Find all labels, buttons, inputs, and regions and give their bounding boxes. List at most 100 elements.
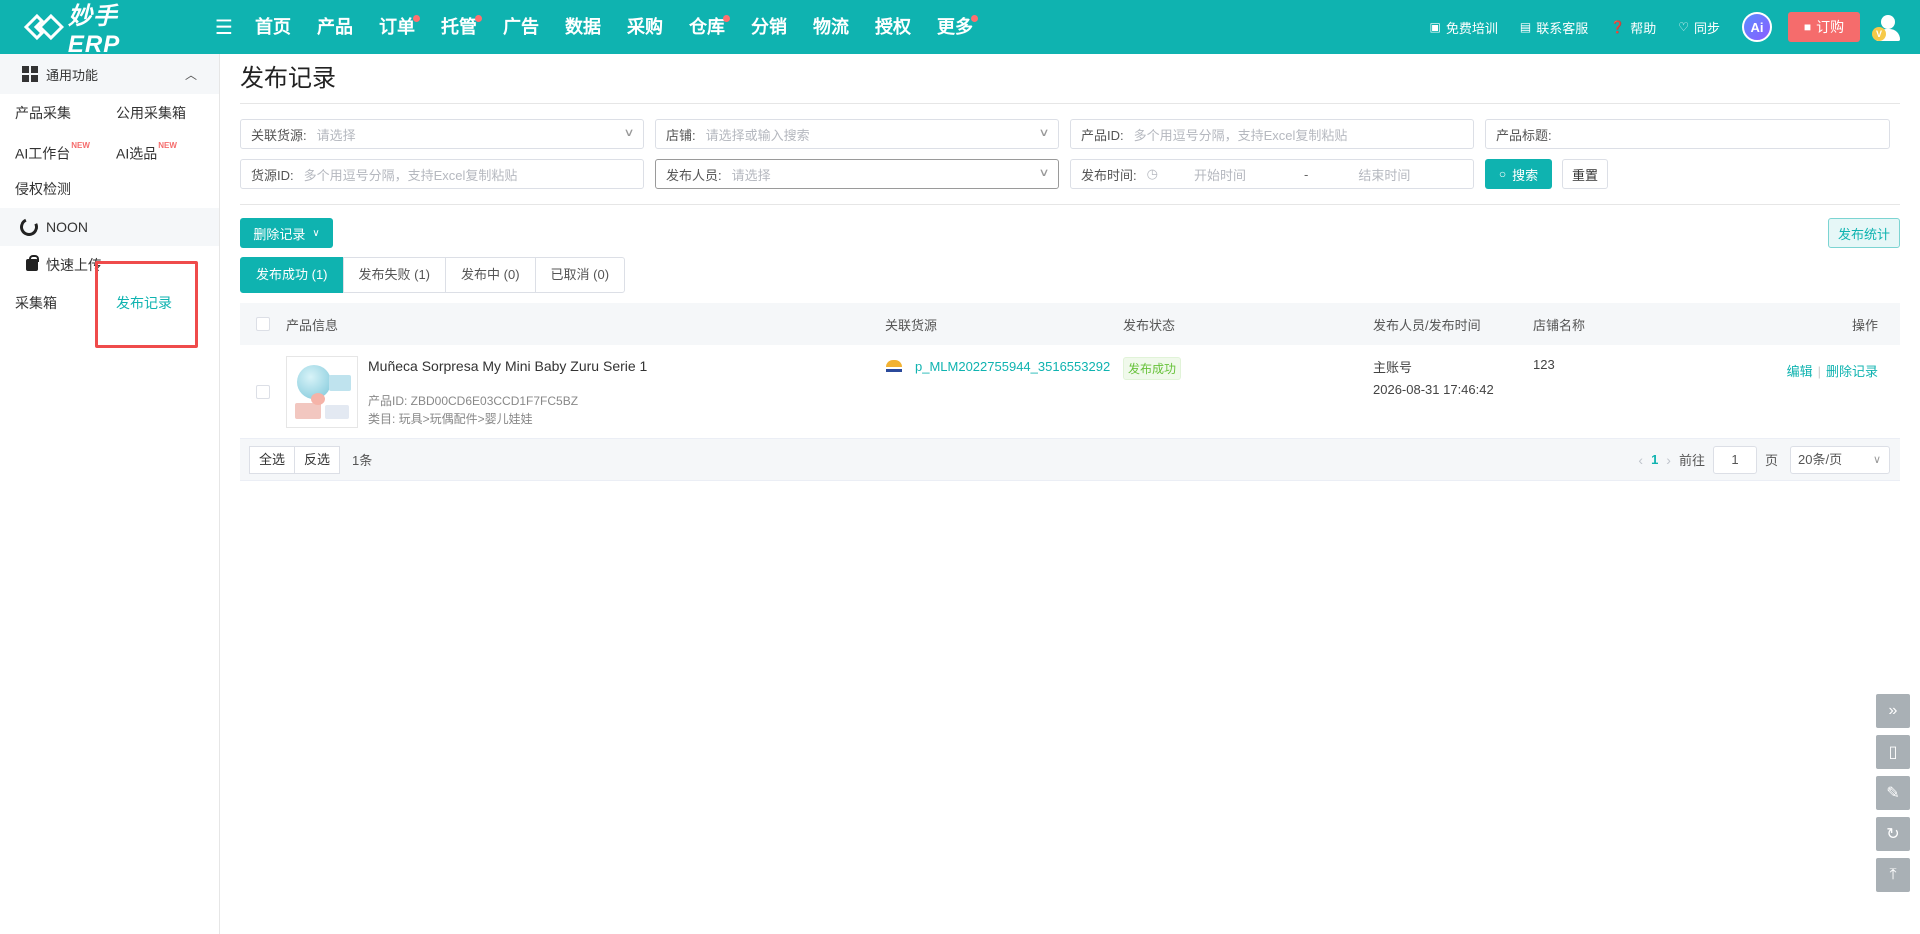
sidebar-item-publish-records[interactable]: 发布记录 [116, 284, 217, 322]
notification-dot [413, 15, 420, 22]
nav-item-orders[interactable]: 订单 [366, 0, 428, 54]
sidebar-item-ai-selection[interactable]: AI选品NEW [116, 132, 217, 170]
publish-stats-button[interactable]: 发布统计 [1827, 218, 1900, 248]
sidebar-item-collect-box[interactable]: 采集箱 [15, 284, 116, 322]
sidebar-item-infringement[interactable]: 侵权检测 [15, 170, 116, 208]
sidebar-group-general[interactable]: 通用功能 ︿ [0, 54, 219, 94]
notification-dot [475, 15, 482, 22]
product-name[interactable]: Muñeca Sorpresa My Mini Baby Zuru Serie … [368, 358, 647, 374]
sidebar-group-title: 通用功能 [46, 67, 99, 83]
brand-name: 妙手ERP [67, 2, 121, 58]
delete-records-dropdown[interactable]: 删除记录 ∨ [240, 218, 333, 248]
user-avatar[interactable]: V [1872, 13, 1902, 41]
status-badge: 发布成功 [1123, 357, 1182, 380]
prev-page-icon[interactable]: ‹ [1638, 452, 1643, 468]
sidebar-item-product-collect[interactable]: 产品采集 [15, 94, 116, 132]
bag-icon: ■ [1803, 20, 1812, 34]
sidebar-item-quick-upload[interactable]: 快速上传 [0, 246, 219, 284]
chevron-up-icon[interactable]: ︿ [185, 66, 197, 83]
ai-assistant-button[interactable]: Ai [1742, 12, 1772, 42]
column-header: 发布人员/发布时间 [1373, 317, 1481, 333]
page-title: 发布记录 [240, 54, 1900, 104]
notification-dot [723, 15, 730, 22]
sidebar-section-noon[interactable]: NOON [0, 208, 219, 246]
search-button[interactable]: ○ 搜索 [1485, 159, 1552, 189]
tab-success[interactable]: 发布成功 (1) [240, 257, 344, 293]
notification-dot [971, 15, 978, 22]
column-header: 操作 [1851, 317, 1878, 333]
nav-item-products[interactable]: 产品 [304, 0, 366, 54]
collapse-icon[interactable]: » [1876, 694, 1910, 728]
reset-button[interactable]: 重置 [1562, 159, 1608, 189]
nav-item-home[interactable]: 首页 [242, 0, 304, 54]
shop-select[interactable]: 店铺: 请选择或输入搜索 ∨ [655, 119, 1059, 149]
source-link[interactable]: p_MLM2022755944_3516553292 [915, 359, 1110, 374]
tab-cancelled[interactable]: 已取消 (0) [534, 257, 626, 293]
sidebar-item-public-box[interactable]: 公用采集箱 [116, 94, 217, 132]
clock-icon: ◷ [1146, 166, 1158, 181]
page-number[interactable]: 1 [1651, 452, 1658, 467]
chevron-down-icon: ∨ [1872, 453, 1881, 466]
sync-icon: ♡ [1678, 20, 1689, 34]
divider [240, 204, 1900, 205]
brand-logo-icon [23, 13, 64, 41]
nav-item-hosting[interactable]: 托管 [428, 0, 490, 54]
select-all-button[interactable]: 全选 [249, 445, 296, 474]
free-training-link[interactable]: ▣ 免费培训 [1430, 18, 1498, 37]
delete-record-link[interactable]: 删除记录 [1826, 364, 1878, 379]
contact-support-link[interactable]: ▤ 联系客服 [1520, 18, 1588, 37]
menu-toggle-icon[interactable]: ☰ [212, 15, 236, 40]
goto-page-input[interactable]: 1 [1712, 445, 1757, 474]
product-thumbnail[interactable] [286, 356, 358, 428]
product-category: 类目: 玩具>玩偶配件>婴儿娃娃 [368, 412, 533, 426]
nav-item-purchase[interactable]: 采购 [614, 0, 676, 54]
invert-selection-button[interactable]: 反选 [294, 445, 341, 474]
new-badge: NEW [71, 141, 90, 150]
refresh-icon[interactable]: ↻ [1876, 817, 1910, 851]
product-title-input[interactable]: 产品标题: [1485, 119, 1890, 149]
start-time-input[interactable]: 开始时间 [1194, 165, 1304, 184]
end-time-input[interactable]: 结束时间 [1358, 165, 1410, 184]
top-right-actions: ▣ 免费培训 ▤ 联系客服 ❓ 帮助 ♡ 同步 Ai ■ 订购 V [1430, 0, 1920, 54]
tab-publishing[interactable]: 发布中 (0) [445, 257, 536, 293]
nav-item-distribution[interactable]: 分销 [738, 0, 800, 54]
records-table: 产品信息 关联货源 发布状态 发布人员/发布时间 店铺名称 操作 Muñeca … [240, 303, 1900, 481]
sidebar: 通用功能 ︿ 产品采集 公用采集箱 AI工作台NEW AI选品NEW 侵权检测 … [0, 54, 220, 934]
status-tabs: 发布成功 (1) 发布失败 (1) 发布中 (0) 已取消 (0) [240, 257, 1900, 293]
source-id-input[interactable]: 货源ID: 多个用逗号分隔，支持Excel复制粘贴 [240, 159, 644, 189]
chevron-down-icon: ∨ [312, 227, 320, 239]
order-button[interactable]: ■ 订购 [1788, 12, 1860, 42]
shopping-bag-icon [26, 255, 39, 271]
publisher-name: 主账号 [1373, 360, 1413, 375]
nav-item-logistics[interactable]: 物流 [800, 0, 862, 54]
nav-item-ads[interactable]: 广告 [490, 0, 552, 54]
page-size-select[interactable]: 20条/页 ∨ [1790, 445, 1890, 474]
publish-time: 2026-08-31 17:46:42 [1373, 382, 1494, 397]
back-to-top-icon[interactable]: ⤒ [1876, 858, 1910, 892]
product-id: 产品ID: ZBD00CD6E03CCD1F7FC5BZ [368, 394, 579, 408]
source-select[interactable]: 关联货源: 请选择 ∨ [240, 119, 644, 149]
help-link[interactable]: ❓ 帮助 [1610, 18, 1656, 37]
column-header: 关联货源 [885, 317, 938, 333]
nav-item-authorization[interactable]: 授权 [862, 0, 924, 54]
nav-item-more[interactable]: 更多 [924, 0, 986, 54]
row-checkbox[interactable] [256, 385, 270, 399]
floating-toolbar: » ▯ ✎ ↻ ⤒ [1876, 694, 1910, 899]
chevron-down-icon: ∨ [623, 127, 635, 139]
message-icon: ▤ [1519, 20, 1532, 34]
publisher-select[interactable]: 发布人员: 请选择 ∨ [655, 159, 1059, 189]
sidebar-item-ai-workbench[interactable]: AI工作台NEW [15, 132, 116, 170]
brand-logo[interactable]: 妙手ERP [20, 0, 170, 59]
select-all-checkbox[interactable] [256, 317, 270, 331]
next-page-icon[interactable]: › [1666, 452, 1671, 468]
nav-item-data[interactable]: 数据 [552, 0, 614, 54]
product-id-input[interactable]: 产品ID: 多个用逗号分隔，支持Excel复制粘贴 [1070, 119, 1474, 149]
tab-failed[interactable]: 发布失败 (1) [342, 257, 447, 293]
publish-time-range[interactable]: 发布时间: ◷ 开始时间 - 结束时间 [1070, 159, 1474, 189]
edit-link[interactable]: 编辑 [1787, 364, 1813, 379]
record-count: 1条 [352, 453, 373, 468]
mobile-icon[interactable]: ▯ [1876, 735, 1910, 769]
sync-link[interactable]: ♡ 同步 [1678, 18, 1720, 37]
feedback-icon[interactable]: ✎ [1876, 776, 1910, 810]
nav-item-warehouse[interactable]: 仓库 [676, 0, 738, 54]
